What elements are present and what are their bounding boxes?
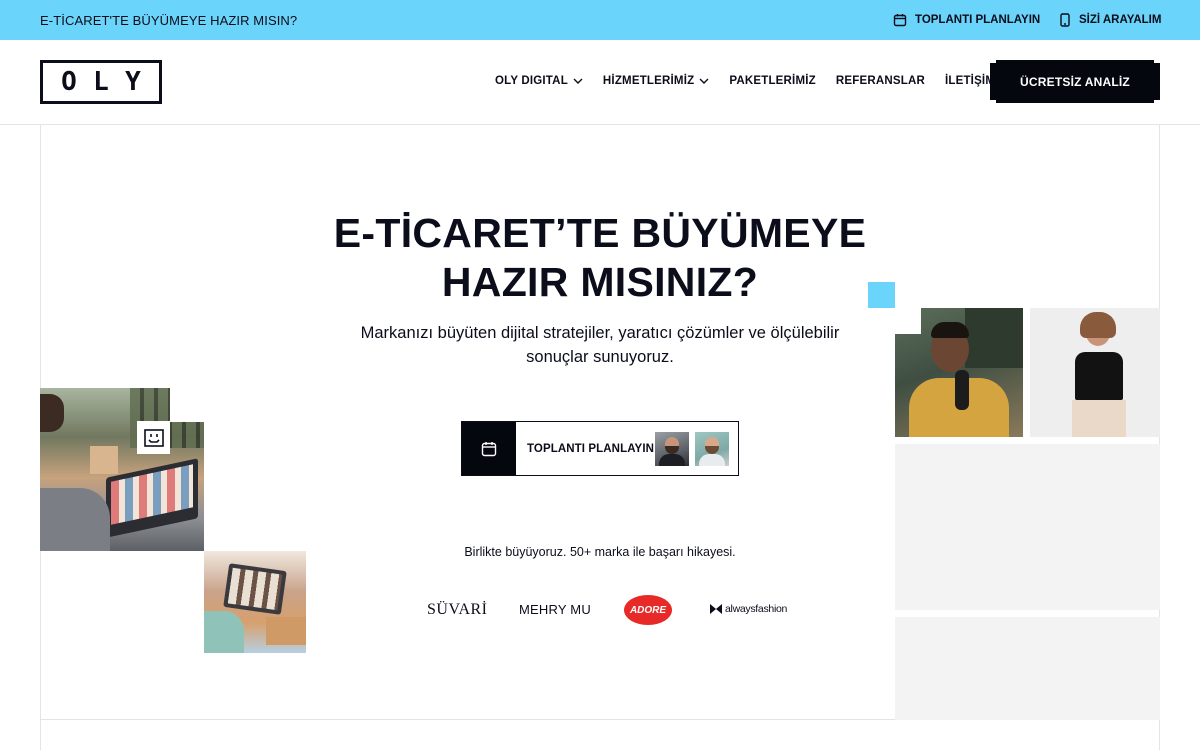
schedule-meeting-button[interactable]: TOPLANTI PLANLAYIN xyxy=(461,421,739,476)
announcement-text: E-TİCARET'TE BÜYÜMEYE HAZIR MISIN? xyxy=(40,13,298,28)
site-header: O L Y OLY DIGITAL HİZMETLERİMİZ PAKETLER… xyxy=(0,40,1200,125)
hero-subtitle-line2: sonuçlar sunuyoruz. xyxy=(526,348,674,366)
brand-logo-adore: ADORE xyxy=(624,595,672,625)
hero-subtitle-line1: Markanızı büyüten dijital stratejiler, y… xyxy=(360,324,840,342)
calendar-icon xyxy=(481,441,497,456)
calendar-icon-box xyxy=(462,422,516,475)
hero-title-line2: HAZIR MISINIZ? xyxy=(441,259,759,305)
brand-logo-adore-text: ADORE xyxy=(629,604,667,616)
hero-subtitle: Markanızı büyüten dijital stratejiler, y… xyxy=(340,321,860,369)
accent-square xyxy=(868,282,895,308)
nav-label: REFERANSLAR xyxy=(835,75,925,87)
image-placeholder xyxy=(895,617,1160,720)
fashion-model-image xyxy=(1030,308,1160,437)
nav-item-packages[interactable]: PAKETLERİMİZ xyxy=(729,75,816,87)
brand-logo-alwaysfashion-text: alwaysfashion xyxy=(725,603,788,615)
announcement-bar: E-TİCARET'TE BÜYÜMEYE HAZIR MISIN? TOPLA… xyxy=(0,0,1200,40)
call-me-label: SİZİ ARAYALIM xyxy=(1079,14,1162,26)
free-analysis-button[interactable]: ÜCRETSİZ ANALİZ xyxy=(990,60,1160,103)
next-section-frame xyxy=(40,720,1160,750)
main-nav: OLY DIGITAL HİZMETLERİMİZ PAKETLERİMİZ R… xyxy=(495,75,1015,87)
logo-letter-y: Y xyxy=(125,67,141,97)
phone-icon xyxy=(1060,13,1070,27)
nav-label: PAKETLERİMİZ xyxy=(729,75,816,87)
nav-item-references[interactable]: REFERANSLAR xyxy=(836,75,925,87)
chevron-down-icon xyxy=(573,78,583,84)
brand-logo-suvari: SÜVARİ xyxy=(427,601,488,618)
ecommerce-tablet-image xyxy=(204,551,306,653)
image-placeholder xyxy=(895,444,1160,610)
collage-cutout xyxy=(895,308,921,334)
hero-title-line1: E-TİCARET’TE BÜYÜMEYE xyxy=(333,210,867,256)
chevron-down-icon xyxy=(699,78,709,84)
nav-item-oly-digital[interactable]: OLY DIGITAL xyxy=(495,75,583,87)
logo-letter-l: L xyxy=(93,67,109,97)
nav-label: HİZMETLERİMİZ xyxy=(602,75,695,87)
smiley-icon xyxy=(137,421,170,454)
logo-letter-o: O xyxy=(61,67,77,97)
brands-caption: Birlikte büyüyoruz. 50+ marka ile başarı… xyxy=(464,545,736,559)
nav-label: İLETİŞİM xyxy=(944,75,996,87)
tablet-graphic xyxy=(223,563,287,615)
schedule-meeting-button-label: TOPLANTI PLANLAYIN xyxy=(527,442,655,455)
laptop-graphic xyxy=(106,458,198,538)
calendar-icon xyxy=(893,14,907,27)
schedule-meeting-link[interactable]: TOPLANTI PLANLAYIN xyxy=(893,13,1040,27)
nav-item-contact[interactable]: İLETİŞİM xyxy=(945,75,995,87)
nav-label: OLY DIGITAL xyxy=(495,75,568,87)
schedule-meeting-label: TOPLANTI PLANLAYIN xyxy=(915,14,1041,26)
oly-logo[interactable]: O L Y xyxy=(40,60,162,104)
collage-cutout xyxy=(170,388,204,422)
brand-logo-alwaysfashion: alwaysfashion xyxy=(710,603,787,615)
consultant-avatar xyxy=(655,432,689,466)
brand-logo-mehry-mu: MEHRY MU xyxy=(519,602,591,617)
hero-title: E-TİCARET’TE BÜYÜMEYE HAZIR MISINIZ? xyxy=(300,209,900,307)
consultant-avatar xyxy=(695,432,729,466)
bow-icon xyxy=(710,604,722,614)
nav-item-services[interactable]: HİZMETLERİMİZ xyxy=(603,75,709,87)
call-me-link[interactable]: SİZİ ARAYALIM xyxy=(1059,13,1161,27)
